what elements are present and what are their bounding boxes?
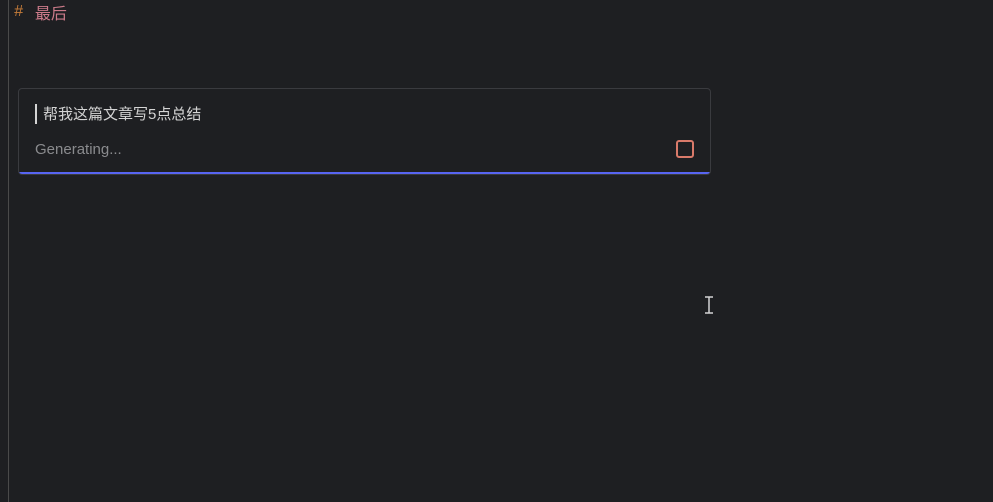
ai-prompt-box: 帮我这篇文章写5点总结 Generating... (18, 88, 711, 175)
markdown-heading: # 最后 (14, 0, 67, 24)
prompt-status-row: Generating... (19, 132, 710, 172)
heading-hash-symbol: # (14, 3, 23, 21)
heading-text: 最后 (35, 0, 67, 24)
progress-bar (19, 172, 710, 174)
prompt-input-text: 帮我这篇文章写5点总结 (43, 103, 201, 124)
generating-status-text: Generating... (35, 141, 122, 158)
text-cursor-icon (703, 296, 715, 314)
prompt-input-row[interactable]: 帮我这篇文章写5点总结 (19, 89, 710, 132)
stop-button[interactable] (676, 140, 694, 158)
text-cursor-indicator (35, 104, 37, 124)
editor-gutter-line (8, 0, 9, 502)
